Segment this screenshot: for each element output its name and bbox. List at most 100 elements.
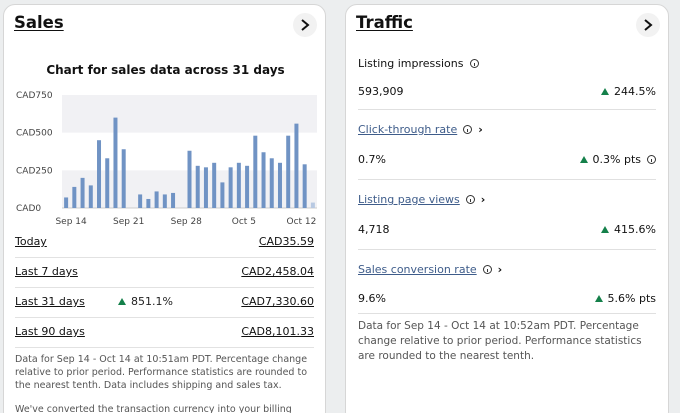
chevron-right-icon[interactable]: › (478, 123, 483, 136)
change-value: 5.6% pts (607, 292, 656, 305)
divider (15, 257, 314, 258)
chart-bar[interactable] (310, 202, 315, 208)
metric-views-label[interactable]: Listing page views › (358, 193, 485, 206)
traffic-title[interactable]: Traffic (356, 13, 413, 32)
row-label[interactable]: Today (15, 235, 47, 248)
chart-bar[interactable] (121, 149, 126, 208)
traffic-open-button[interactable] (636, 13, 660, 37)
row-label[interactable]: Last 90 days (15, 325, 85, 338)
trend-up-icon (594, 295, 603, 302)
metric-label-text[interactable]: Click-through rate (358, 123, 457, 136)
chart-bar[interactable] (212, 162, 217, 208)
sales-row-today[interactable]: Today CAD35.59 (15, 233, 314, 253)
info-icon[interactable] (463, 125, 473, 134)
chevron-right-icon (301, 19, 310, 31)
chart-bar[interactable] (105, 158, 110, 208)
chart-bar[interactable] (294, 123, 299, 208)
x-tick-label: Sep 21 (113, 217, 144, 227)
x-tick-label: Sep 14 (55, 217, 87, 227)
chart-bar[interactable] (245, 165, 250, 208)
trend-up-icon (118, 298, 126, 305)
sales-row-31-days[interactable]: Last 31 days 851.1% CAD7,330.60 (15, 293, 314, 313)
chart-bar[interactable] (88, 185, 93, 208)
metric-ctr-label[interactable]: Click-through rate › (358, 123, 483, 136)
chart-bar[interactable] (187, 150, 192, 208)
x-tick-label: Sep 28 (171, 217, 203, 227)
chart-bar[interactable] (72, 186, 77, 208)
chart-bar[interactable] (97, 140, 102, 208)
sales-card: Sales Chart for sales data across 31 day… (3, 4, 326, 413)
y-tick-label: CAD250 (16, 166, 53, 176)
chart-bar[interactable] (171, 192, 176, 208)
chart-bar[interactable] (220, 182, 225, 208)
chart-bar[interactable] (236, 162, 241, 208)
row-value[interactable]: CAD35.59 (259, 235, 314, 248)
trend-up-icon (601, 226, 610, 233)
metric-label-text[interactable]: Sales conversion rate (358, 263, 477, 276)
row-change-value: 851.1% (131, 295, 173, 308)
info-icon[interactable] (647, 155, 656, 164)
divider (358, 179, 656, 180)
metric-ctr-change: 0.3% pts (579, 153, 656, 166)
chart-bar[interactable] (162, 194, 167, 208)
metric-views-value: 4,718 (358, 223, 390, 236)
metric-conversion-label[interactable]: Sales conversion rate › (358, 263, 502, 276)
sales-row-7-days[interactable]: Last 7 days CAD2,458.04 (15, 263, 314, 283)
chart-band (62, 95, 317, 133)
metric-conversion-value: 9.6% (358, 292, 386, 305)
y-tick-label: CAD500 (16, 129, 53, 139)
divider (15, 287, 314, 288)
metric-impressions-label: Listing impressions (358, 57, 479, 70)
change-value: 415.6% (614, 223, 656, 236)
row-value[interactable]: CAD7,330.60 (241, 295, 314, 308)
metric-label-text: Listing impressions (358, 57, 464, 70)
sales-row-90-days[interactable]: Last 90 days CAD8,101.33 (15, 323, 314, 343)
sales-header: Sales (14, 13, 317, 37)
x-tick-label: Oct 12 (286, 217, 316, 227)
chevron-right-icon[interactable]: › (498, 263, 503, 276)
row-value[interactable]: CAD2,458.04 (241, 265, 314, 278)
row-change: 851.1% (118, 295, 173, 308)
trend-up-icon (601, 88, 610, 95)
chart-bar[interactable] (154, 191, 159, 208)
chart-bar[interactable] (269, 158, 274, 208)
chart-bar[interactable] (195, 165, 200, 208)
chart-bar[interactable] (228, 167, 233, 208)
traffic-footnote: Data for Sep 14 - Oct 14 at 10:52am PDT.… (358, 320, 642, 362)
traffic-card: Traffic Listing impressions 593,909 244.… (345, 4, 669, 413)
y-tick-label: CAD0 (16, 204, 41, 214)
sales-open-button[interactable] (293, 13, 317, 37)
chevron-right-icon (644, 19, 653, 31)
chart-bar[interactable] (253, 135, 258, 208)
metric-ctr-value: 0.7% (358, 153, 386, 166)
info-icon[interactable] (465, 195, 475, 204)
metric-label-text[interactable]: Listing page views (358, 193, 460, 206)
chart-bar[interactable] (302, 164, 307, 208)
chart-bar[interactable] (277, 162, 282, 208)
chart-bar[interactable] (261, 152, 266, 208)
metric-impressions-change: 244.5% (601, 85, 656, 98)
chevron-right-icon[interactable]: › (481, 193, 486, 206)
chart-bar[interactable] (64, 197, 69, 208)
trend-up-icon (579, 156, 588, 163)
sales-footnote: Data for Sep 14 - Oct 14 at 10:51am PDT.… (15, 354, 308, 391)
chart-bar[interactable] (80, 177, 85, 208)
divider (358, 249, 656, 250)
row-label[interactable]: Last 31 days (15, 295, 85, 308)
chart-bar[interactable] (203, 167, 208, 208)
divider (358, 109, 656, 110)
divider (15, 347, 314, 348)
chart-title: Chart for sales data across 31 days (46, 63, 285, 77)
metric-views-change: 415.6% (601, 223, 656, 236)
info-icon[interactable] (482, 265, 492, 274)
chart-bar[interactable] (113, 117, 118, 208)
divider (15, 317, 314, 318)
chart-bar[interactable] (138, 194, 143, 208)
chart-bar[interactable] (286, 135, 291, 208)
metric-impressions-value: 593,909 (358, 85, 404, 98)
chart-bar[interactable] (146, 198, 151, 208)
row-value[interactable]: CAD8,101.33 (241, 325, 314, 338)
info-icon[interactable] (469, 59, 479, 68)
sales-title[interactable]: Sales (14, 13, 64, 32)
row-label[interactable]: Last 7 days (15, 265, 78, 278)
